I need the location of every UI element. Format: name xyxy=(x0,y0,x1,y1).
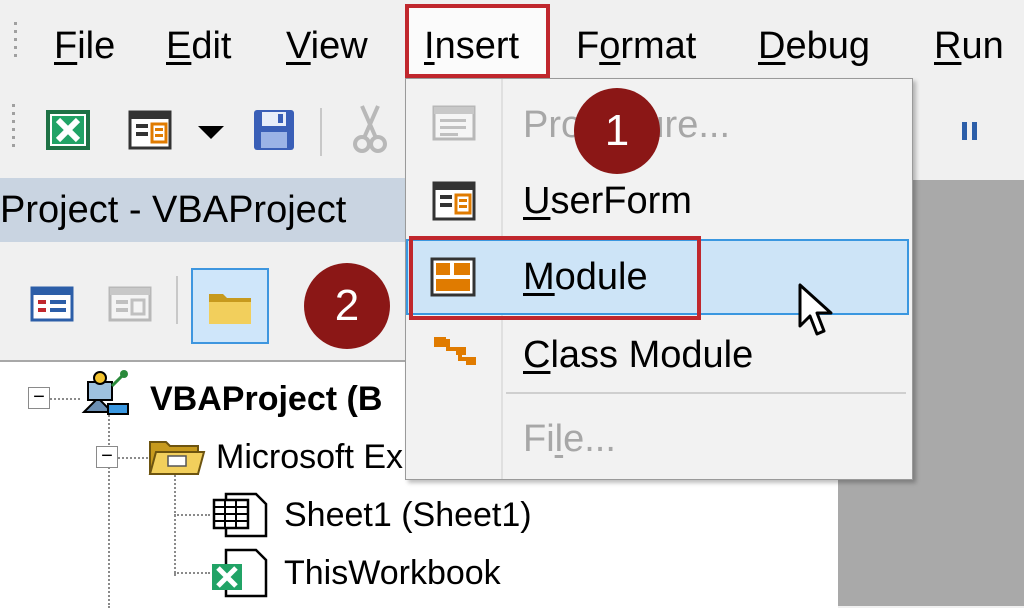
tree-line xyxy=(174,572,210,574)
insert-userform-icon[interactable] xyxy=(128,110,172,155)
worksheet-icon xyxy=(212,492,268,543)
menu-item-file[interactable]: File... xyxy=(406,401,911,477)
vbaproject-icon xyxy=(78,368,132,425)
menu-edit[interactable]: Edit xyxy=(158,18,240,74)
project-explorer-titlebar: Project - VBAProject xyxy=(0,178,405,242)
toggle-folders-icon xyxy=(209,294,251,324)
step-badge-1: 1 xyxy=(574,88,660,174)
menu-view[interactable]: View xyxy=(278,18,376,74)
cut-icon[interactable] xyxy=(352,104,388,159)
toolbar-grip[interactable] xyxy=(12,104,16,152)
menu-run[interactable]: Run xyxy=(926,18,1012,74)
userform-icon xyxy=(432,181,476,221)
class-module-icon xyxy=(434,337,476,365)
workbook-icon xyxy=(210,548,268,603)
menu-debug[interactable]: Debug xyxy=(750,18,878,74)
pause-icon[interactable] xyxy=(960,120,980,147)
menu-format[interactable]: Format xyxy=(568,18,704,74)
toggle-folders-button[interactable] xyxy=(191,268,269,344)
toolbar-separator xyxy=(176,276,178,324)
tree-line xyxy=(118,457,148,459)
menubar-grip[interactable] xyxy=(14,22,18,62)
menu-file[interactable]: File xyxy=(46,18,123,74)
tree-line xyxy=(174,514,210,516)
module-highlight-box xyxy=(409,236,701,320)
tree-line xyxy=(50,398,80,400)
view-object-icon[interactable] xyxy=(108,286,152,327)
tree-expander[interactable]: − xyxy=(96,446,118,468)
tree-line xyxy=(174,472,176,576)
menu-item-userform[interactable]: UserForm xyxy=(406,163,911,239)
tree-item-thisworkbook[interactable]: ThisWorkbook xyxy=(284,552,501,594)
dropdown-arrow-icon[interactable] xyxy=(196,124,226,145)
tree-expander[interactable]: − xyxy=(28,387,50,409)
menu-item-label: File... xyxy=(523,418,616,460)
save-icon[interactable] xyxy=(252,108,296,157)
step-badge-2: 2 xyxy=(304,263,390,349)
toolbar-separator xyxy=(320,108,322,156)
tree-folder-label[interactable]: Microsoft Ex xyxy=(216,436,403,478)
project-explorer-title: Project - VBAProject xyxy=(0,189,347,231)
procedure-icon xyxy=(432,105,476,141)
menu-item-label: UserForm xyxy=(523,180,692,222)
tree-line xyxy=(108,412,110,608)
view-code-icon[interactable] xyxy=(30,286,74,327)
mouse-cursor-icon xyxy=(797,282,837,345)
tree-root-label[interactable]: VBAProject (B xyxy=(150,378,382,420)
menu-bar: File Edit View Insert Format Debug Run xyxy=(0,0,1024,88)
open-folder-icon xyxy=(148,438,206,483)
menu-separator xyxy=(506,392,906,394)
menu-item-label: Class Module xyxy=(523,334,754,376)
excel-view-icon[interactable] xyxy=(44,108,92,157)
tree-item-sheet1[interactable]: Sheet1 (Sheet1) xyxy=(284,494,532,536)
menu-insert[interactable]: Insert xyxy=(416,18,527,74)
